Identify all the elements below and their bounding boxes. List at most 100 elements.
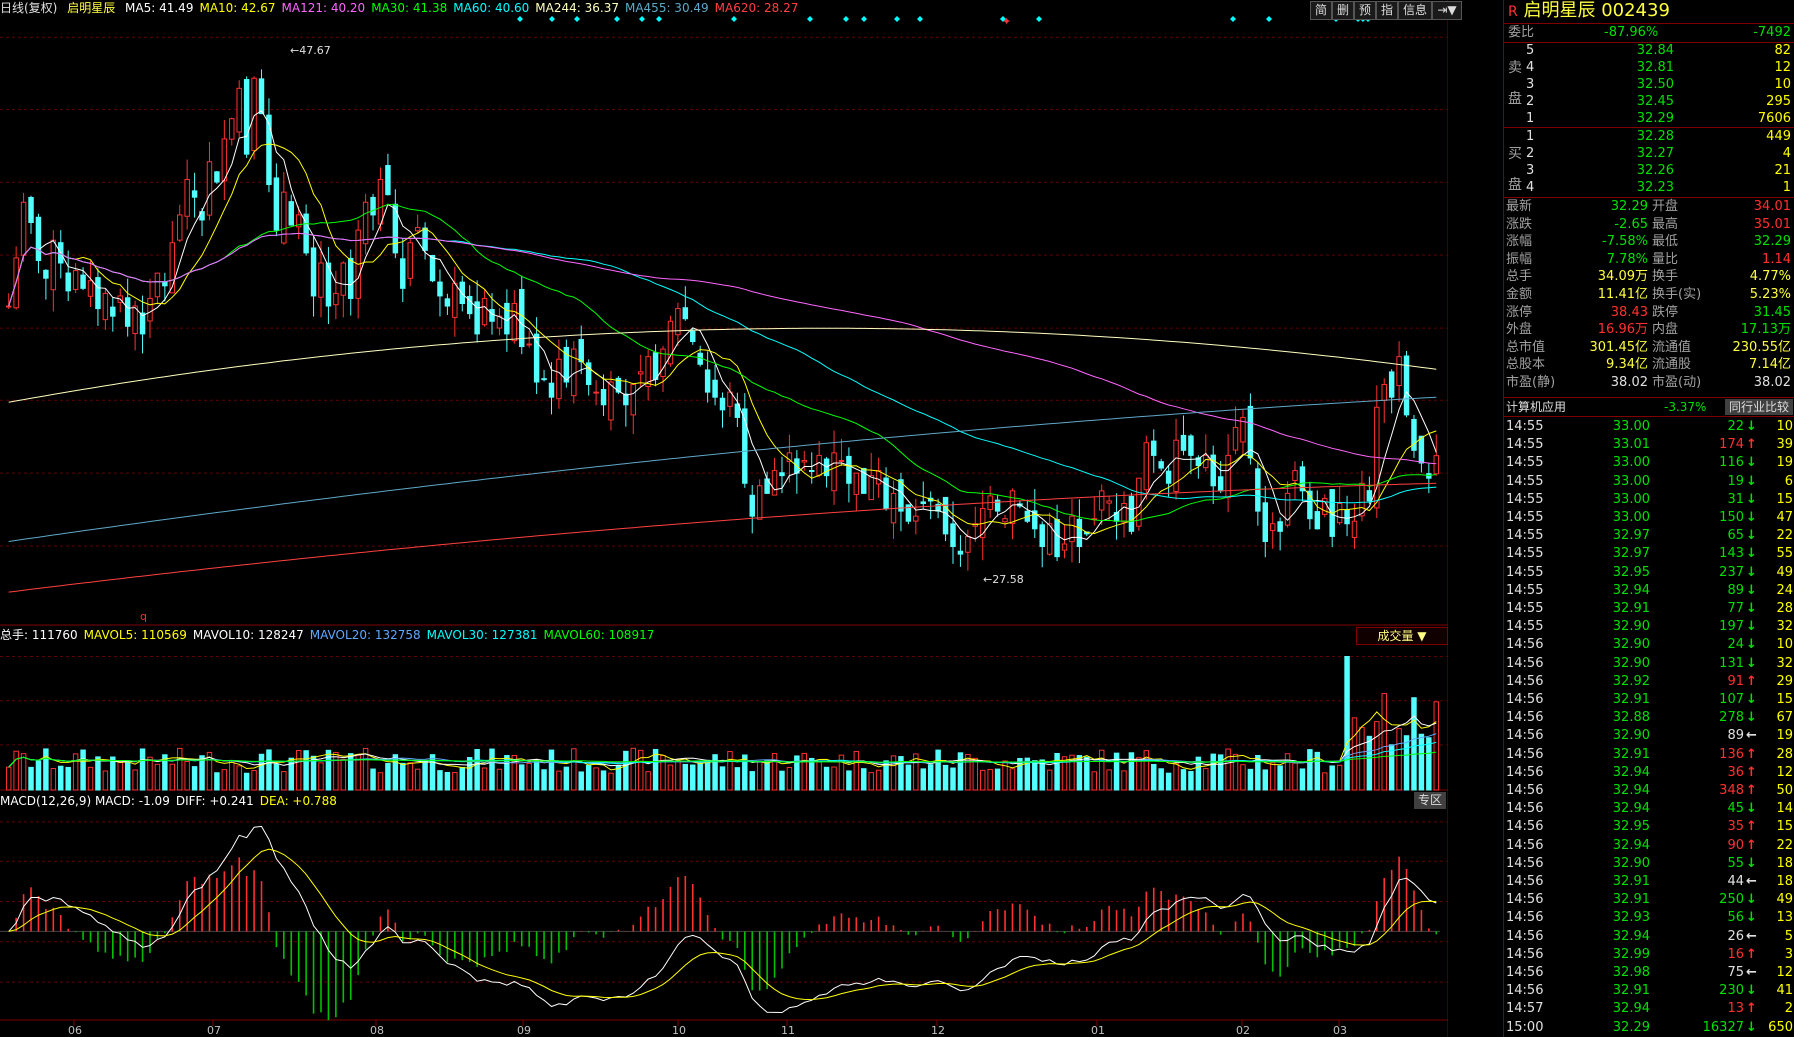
ma-label: MA30: 41.38 — [371, 1, 448, 15]
tick-count: 55 — [1776, 546, 1793, 562]
tick-count: 49 — [1776, 564, 1793, 580]
candle-body — [950, 523, 956, 548]
level: 3 — [1526, 77, 1535, 92]
tick-volume: 150 — [1719, 510, 1744, 525]
volume-bar — [1046, 769, 1053, 791]
level: 4 — [1526, 180, 1535, 195]
volume-bar — [318, 762, 324, 791]
ma-legend: 日线(复权) 启明星辰 MA5: 41.49 MA10: 42.67 MA121: … — [0, 0, 810, 16]
candle-body — [377, 178, 384, 225]
volume-bar — [266, 749, 272, 791]
candle-body — [831, 452, 837, 492]
candle-body — [102, 292, 109, 321]
tick-price: 32.94 — [1612, 837, 1650, 853]
tick-time: 14:56 — [1506, 783, 1544, 798]
tick-volume: 56 — [1727, 910, 1744, 926]
candle-body — [779, 472, 785, 477]
ma-line — [8, 232, 1437, 504]
industry-compare-button[interactable]: 同行业比较 — [1724, 399, 1793, 415]
price: 32.50 — [1636, 77, 1674, 92]
volume-bar — [50, 768, 57, 791]
tick-volume: 35 — [1727, 819, 1744, 835]
macd-legend: MACD(12,26,9) MACD: -1.09 DIFF: +0.241 DEA… — [0, 793, 343, 809]
tick-count: 12 — [1776, 965, 1793, 980]
volume-bar — [957, 752, 964, 791]
stats-row: 总手 34.09万 换手 4.77% — [1504, 268, 1794, 286]
tick-price: 32.91 — [1612, 983, 1650, 999]
tick-time: 15:00 — [1506, 1019, 1544, 1035]
toolbar-button[interactable]: ⇥▼ — [1432, 1, 1462, 20]
event-marker-icon — [614, 16, 620, 22]
toolbar-button[interactable]: 预 — [1354, 1, 1376, 20]
stat-label: 换手(实) — [1652, 287, 1702, 302]
volume-bar — [489, 748, 495, 791]
volume: 10 — [1774, 77, 1791, 92]
candle-body — [1217, 476, 1224, 492]
candle-body — [712, 379, 718, 398]
x-tick-label: 12 — [931, 1024, 945, 1037]
candle-body — [1098, 490, 1105, 511]
volume-bar — [273, 763, 280, 791]
arrow-up-icon: ↑ — [1746, 837, 1757, 853]
volume-bar — [942, 764, 949, 791]
volume-bar — [117, 760, 123, 791]
volume-bar — [1396, 728, 1402, 791]
candle-body — [1225, 454, 1231, 499]
candle-body — [1061, 543, 1068, 551]
zone-button[interactable]: 专区 — [1414, 792, 1446, 809]
arrow-down-icon: ↓ — [1746, 855, 1757, 871]
toolbar-button[interactable]: 指 — [1376, 1, 1398, 20]
x-tick-label: 06 — [68, 1024, 82, 1037]
volume-legend: 总手: 111760 MAVOL5: 110569 MAVOL10: 128247 M… — [0, 627, 660, 643]
tick-price: 32.97 — [1612, 546, 1650, 562]
macd-legend-item: DEA: +0.788 — [259, 794, 337, 808]
tick-time: 14:56 — [1506, 673, 1544, 689]
candle-body — [444, 298, 451, 307]
tick-time: 14:56 — [1506, 746, 1544, 762]
tick-price: 32.97 — [1612, 528, 1650, 544]
tick-volume: 65 — [1727, 528, 1744, 544]
volume-bar — [519, 764, 525, 791]
stats-row: 金额 11.41亿 换手(实) 5.23% — [1504, 286, 1794, 304]
volume-bar — [5, 766, 12, 791]
stat-value: 9.34亿 — [1606, 357, 1648, 373]
indicator-dropdown[interactable]: 成交量 ▼ — [1356, 627, 1448, 645]
candle-body — [333, 292, 339, 306]
volume-bar — [704, 759, 711, 791]
candle-body — [1165, 470, 1172, 484]
volume-bar — [1240, 764, 1246, 791]
stat-label: 市盈(动) — [1652, 375, 1702, 390]
volume-bar — [333, 751, 339, 791]
candle-body — [50, 239, 57, 291]
volume-bar — [400, 762, 406, 791]
arrow-up-icon: ↑ — [1746, 1001, 1757, 1017]
tick-row: 14:56 32.99 16 ↑ 3 — [1504, 946, 1794, 964]
candle-body — [593, 391, 599, 394]
candle-body — [704, 369, 711, 393]
chart-area[interactable]: 48.8245.9743.0940.2137.3334.4831.6028.72… — [0, 0, 1462, 1037]
ma-line — [8, 232, 1437, 465]
toolbar-button[interactable]: 简 — [1310, 1, 1332, 20]
level: 2 — [1526, 146, 1535, 161]
volume-bar — [533, 759, 540, 791]
candle-body — [1054, 519, 1060, 558]
arrow-down-icon: ↓ — [1746, 491, 1757, 507]
candle-body — [1188, 435, 1194, 456]
toolbar-button[interactable]: 删 — [1332, 1, 1354, 20]
candle-body — [281, 191, 287, 244]
tick-count: 22 — [1776, 837, 1793, 853]
candle-body — [414, 227, 421, 232]
volume-bar — [1032, 760, 1038, 791]
volume-bar — [697, 762, 703, 791]
candle-body — [652, 352, 659, 380]
buy-label: 盘 — [1508, 177, 1522, 193]
marker-q: q — [140, 610, 147, 623]
volume-bar — [682, 763, 689, 791]
volume-bar — [1388, 744, 1395, 791]
candle-body — [541, 378, 547, 381]
tick-price: 32.95 — [1612, 819, 1650, 835]
tick-price: 32.91 — [1612, 746, 1650, 762]
toolbar-button[interactable]: 信息 — [1398, 1, 1432, 20]
tick-price: 32.91 — [1612, 692, 1650, 707]
kline-chart[interactable]: 48.8245.9743.0940.2137.3334.4831.6028.72… — [0, 0, 1448, 1037]
